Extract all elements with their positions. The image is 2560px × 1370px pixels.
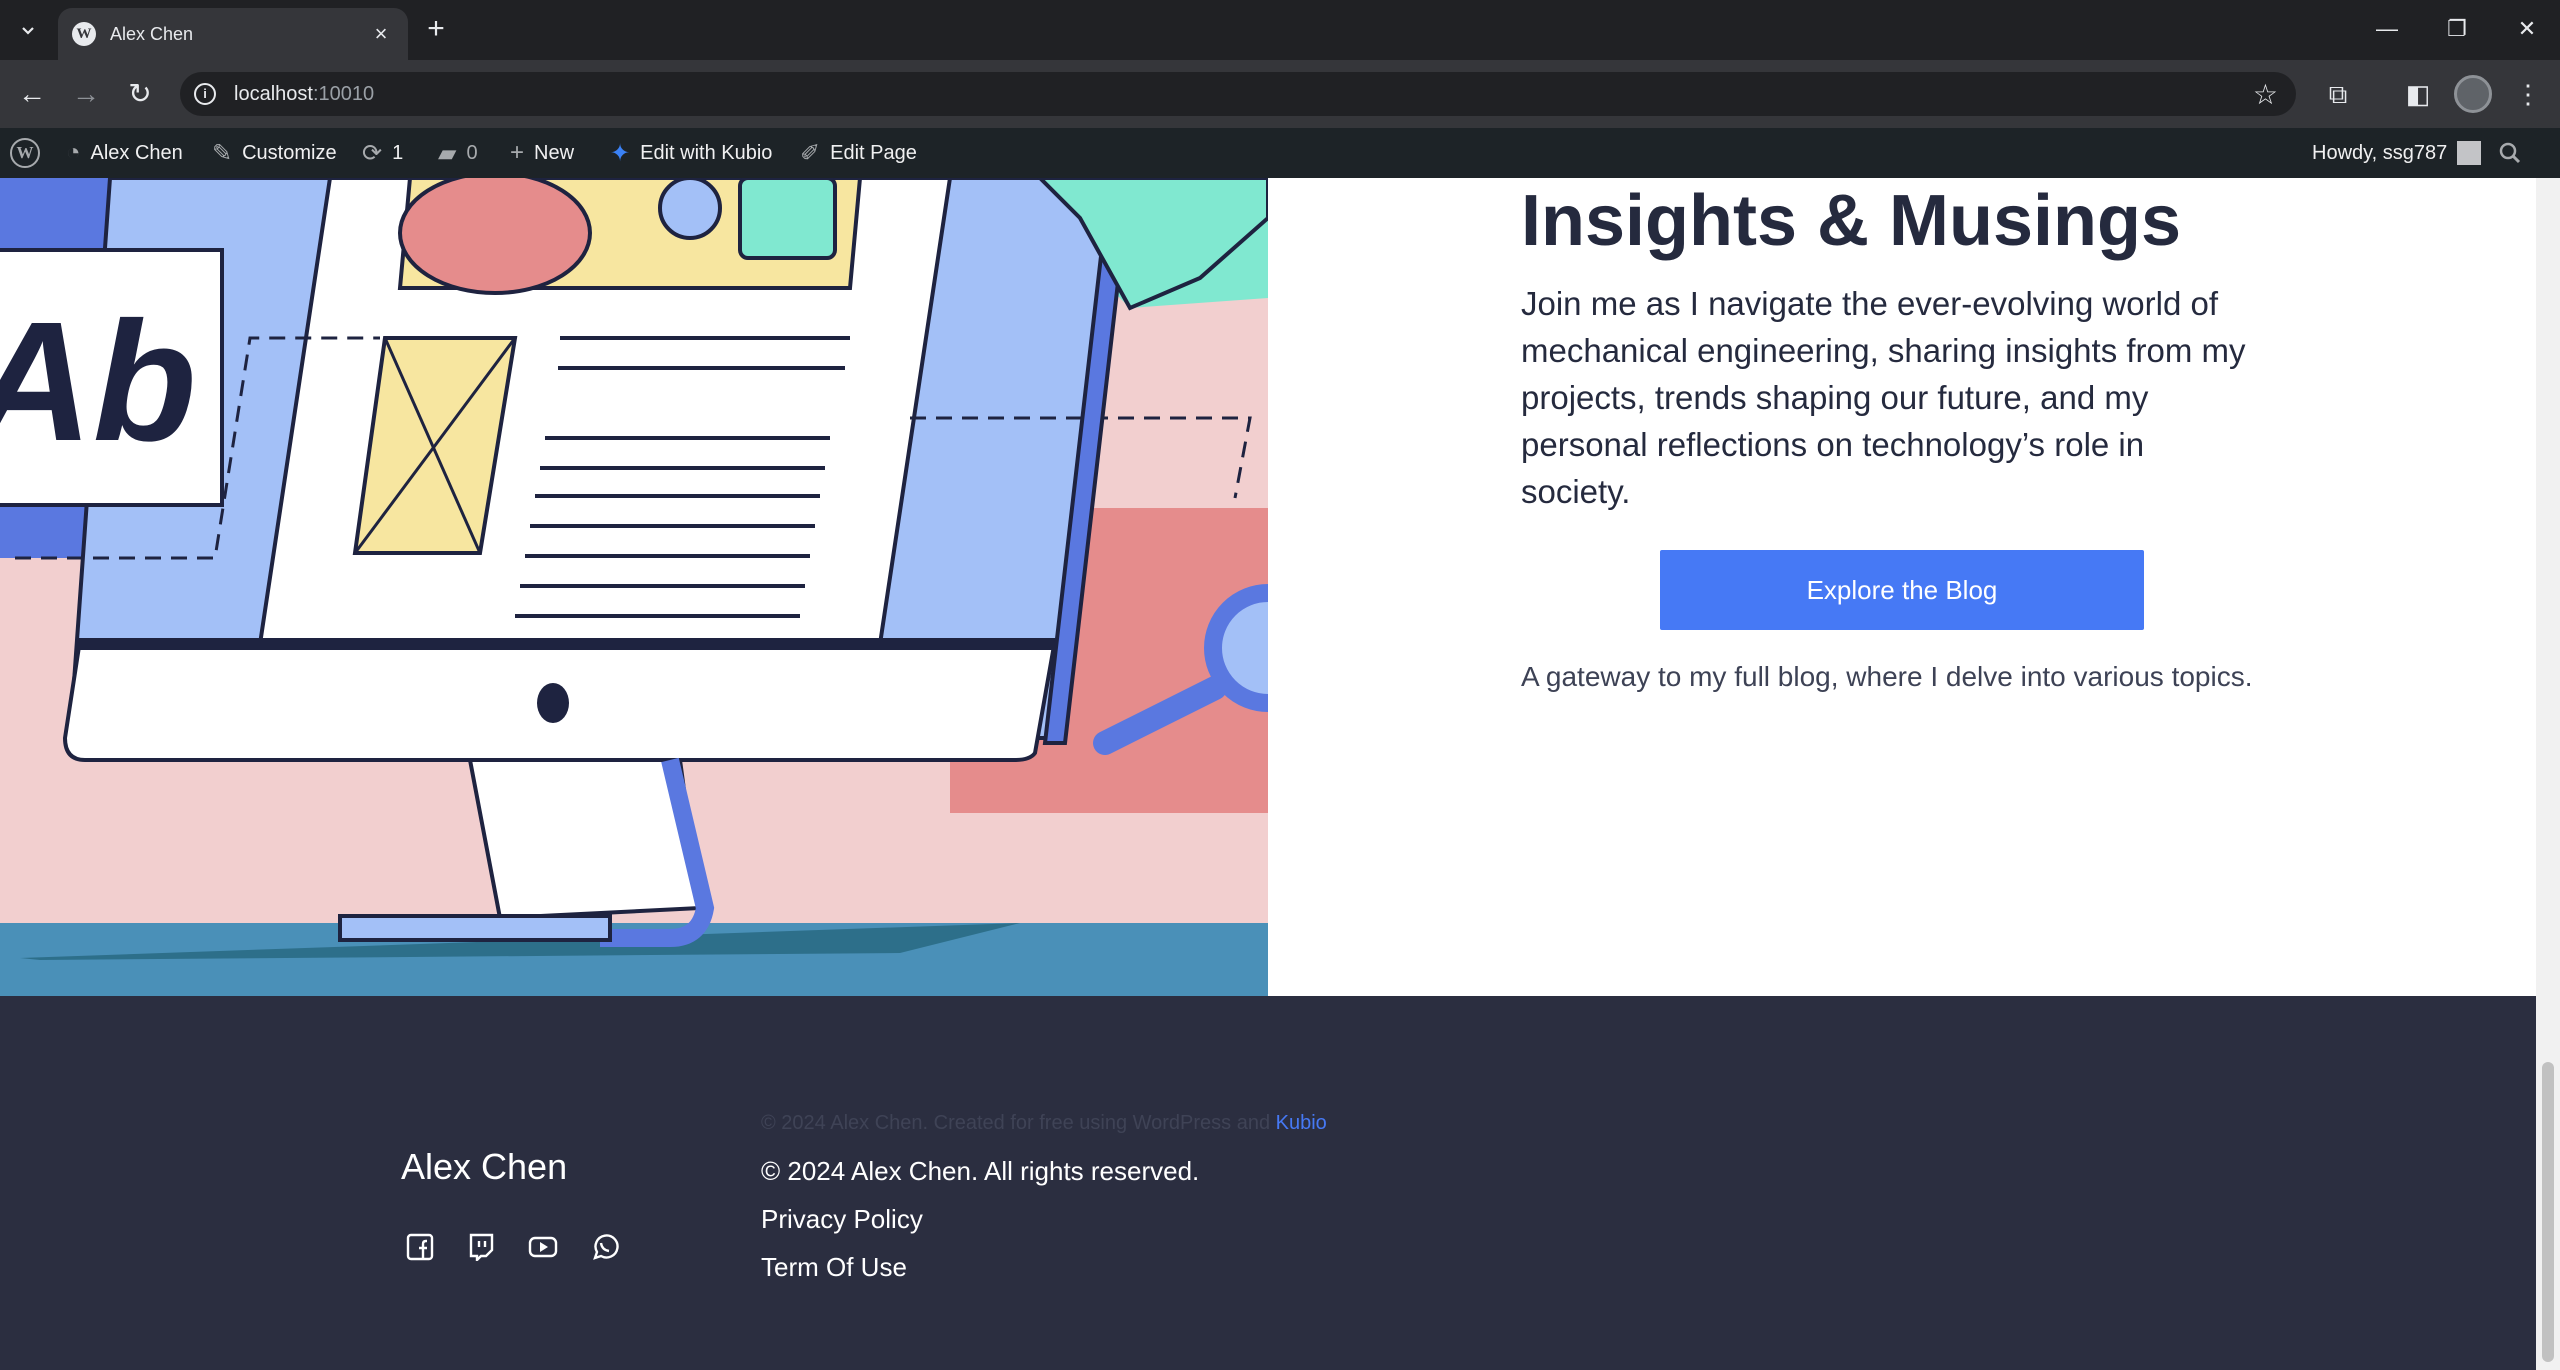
site-footer: Alex Chen © 2024 Alex Chen. Created for … (0, 996, 2536, 1370)
back-button[interactable]: ← (12, 74, 52, 114)
hero-section: Ab Insights & Musings Join me as I navig… (0, 178, 2536, 996)
forward-button[interactable]: → (66, 74, 106, 114)
close-tab-icon[interactable]: × (368, 21, 394, 47)
footer-brand: Alex Chen (401, 1146, 568, 1187)
tab-search-button[interactable] (10, 12, 46, 48)
hero-description: Join me as I navigate the ever-evolving … (1521, 285, 2246, 510)
updates-icon: ⟳ (362, 139, 383, 167)
close-window-button[interactable]: ✕ (2492, 0, 2560, 58)
edit-with-kubio-link[interactable]: ✦ Edit with Kubio (610, 128, 772, 178)
hero-illustration: Ab (0, 178, 1268, 996)
menu-kebab-icon[interactable]: ⋮ (2510, 76, 2546, 112)
page-scrollbar[interactable] (2536, 178, 2560, 1370)
hero-title: Insights & Musings (1521, 181, 2182, 261)
howdy-label: Howdy, ssg787 (2312, 141, 2448, 164)
site-info-icon[interactable]: i (194, 83, 216, 105)
youtube-link[interactable] (528, 1232, 558, 1262)
dashboard-icon: ◔ (66, 139, 81, 166)
admin-search-button[interactable] (2498, 128, 2522, 178)
profile-avatar[interactable] (2454, 75, 2492, 113)
edit-page-link[interactable]: ✐ Edit Page (800, 128, 917, 178)
new-content-menu[interactable]: + New (510, 128, 574, 178)
copyright-text: © 2024 Alex Chen. All rights reserved. (761, 1156, 1200, 1186)
minimize-button[interactable]: — (2352, 0, 2422, 58)
url-text[interactable]: localhost:10010 (234, 83, 374, 106)
kubio-link[interactable]: Kubio (1276, 1112, 1327, 1134)
hero-text-column: Insights & Musings Join me as I navigate… (1521, 178, 2261, 692)
wordpress-favicon-icon: W (72, 22, 96, 46)
my-account-menu[interactable]: Howdy, ssg787 (2312, 128, 2482, 178)
user-avatar (2457, 141, 2482, 165)
browser-tab[interactable]: W Alex Chen × (58, 8, 408, 60)
bookmark-star-icon[interactable]: ☆ (2253, 78, 2278, 111)
side-panel-icon[interactable]: ◧ (2400, 76, 2436, 112)
credit-text: © 2024 Alex Chen. Created for free using… (761, 1112, 1271, 1134)
comment-icon: ▰ (438, 139, 457, 167)
explore-blog-button[interactable]: Explore the Blog (1660, 550, 2144, 630)
kubio-icon: ✦ (610, 139, 631, 167)
reload-button[interactable]: ↻ (120, 74, 160, 114)
twitch-icon (469, 1233, 494, 1261)
wp-admin-bar: W ◔ Alex Chen ✎ Customize ⟳ 1 ▰ 0 + New … (0, 128, 2560, 178)
search-icon (2499, 142, 2521, 164)
customize-label: Customize (242, 141, 337, 164)
extensions-icon[interactable]: ⧉ (2320, 76, 2356, 112)
twitch-link[interactable] (466, 1232, 496, 1262)
whatsapp-icon (593, 1234, 619, 1260)
scrollbar-thumb[interactable] (2542, 1062, 2554, 1362)
brush-icon: ✎ (212, 139, 233, 167)
hero-caption: A gateway to my full blog, where I delve… (1521, 661, 2253, 692)
site-name-label: Alex Chen (90, 141, 183, 164)
updates-link[interactable]: ⟳ 1 (362, 128, 403, 178)
edit-kubio-label: Edit with Kubio (640, 141, 773, 164)
facebook-icon (406, 1233, 434, 1261)
youtube-icon (528, 1236, 558, 1258)
footer-credit: © 2024 Alex Chen. Created for free using… (761, 1112, 1327, 1135)
tab-title: Alex Chen (110, 23, 194, 44)
wp-logo-menu[interactable]: W (10, 128, 40, 178)
facebook-link[interactable] (405, 1232, 435, 1262)
edit-page-label: Edit Page (830, 141, 917, 164)
restore-button[interactable]: ❐ (2422, 0, 2492, 58)
plus-icon: + (510, 139, 525, 166)
comments-count: 0 (466, 141, 478, 164)
chevron-down-icon (22, 27, 34, 35)
site-name-menu[interactable]: ◔ Alex Chen (66, 128, 183, 178)
browser-tab-bar: W Alex Chen × + — ❐ ✕ (0, 0, 2560, 60)
svg-text:Ab: Ab (0, 287, 197, 477)
whatsapp-link[interactable] (590, 1232, 620, 1262)
new-tab-button[interactable]: + (420, 14, 452, 46)
comments-link[interactable]: ▰ 0 (438, 128, 478, 178)
address-bar[interactable]: i localhost:10010 ☆ (180, 72, 2296, 116)
wordpress-logo-icon: W (10, 138, 40, 168)
updates-count: 1 (392, 141, 404, 164)
terms-of-use-link[interactable]: Term Of Use (761, 1252, 907, 1283)
customize-link[interactable]: ✎ Customize (212, 128, 337, 178)
new-label: New (534, 141, 575, 164)
pencil-icon: ✐ (800, 139, 821, 167)
browser-toolbar: ← → ↻ i localhost:10010 ☆ ⧉ ◧ ⋮ (0, 60, 2560, 128)
privacy-policy-link[interactable]: Privacy Policy (761, 1204, 923, 1235)
